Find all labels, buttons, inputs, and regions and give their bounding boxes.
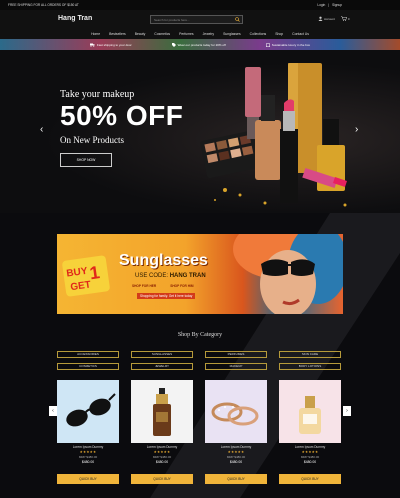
quick-buy-button[interactable]: QUICK BUY	[57, 474, 119, 484]
product-name: Lorem Ipsum Dummy	[294, 445, 326, 449]
code-prefix: USE CODE:	[135, 273, 169, 279]
product-name: Lorem Ipsum Dummy	[146, 445, 178, 449]
product-image-sunglasses	[57, 380, 119, 443]
nav-item-perfumes[interactable]: Perfumes	[179, 32, 194, 36]
nav-item-bestsellers[interactable]: Bestsellers	[109, 32, 126, 36]
site-header: Hang Tran Search for products here... Ac…	[0, 10, 400, 29]
promo-item: Wear our products today for 20% off	[171, 42, 226, 47]
chevron-left-icon[interactable]: ‹	[40, 124, 43, 135]
nav-item-jewelry[interactable]: Jewelry	[203, 32, 215, 36]
product-image-perfume	[279, 380, 341, 443]
auth-separator: |	[328, 3, 330, 7]
chevron-left-icon[interactable]: ‹	[49, 406, 57, 416]
banner-links: SHOP FOR HER SHOP FOR HIM	[132, 284, 194, 288]
auth-links: Login | Signup	[317, 3, 342, 7]
quick-buy-button[interactable]: QUICK BUY	[279, 474, 341, 484]
product-mrp: MRP $480.00	[78, 455, 98, 459]
search-input[interactable]: Search for products here...	[150, 15, 243, 24]
hero-headline: 50% OFF	[60, 100, 184, 131]
product-rating: ★★★★★	[79, 450, 97, 454]
product-rating: ★★★★★	[227, 450, 245, 454]
nav-item-sunglasses[interactable]: Sunglasses	[223, 32, 241, 36]
account-button[interactable]: Account	[318, 16, 335, 21]
product-price: $480.00	[81, 460, 95, 464]
product-name: Lorem Ipsum Dummy	[72, 445, 104, 449]
cart-button[interactable]: 0	[340, 16, 350, 21]
product-rating: ★★★★★	[153, 450, 171, 454]
product-rating: ★★★★★	[301, 450, 319, 454]
search-placeholder: Search for products here...	[154, 18, 190, 22]
product-image-bracelets	[205, 380, 267, 443]
site-logo[interactable]: Hang Tran	[58, 15, 92, 22]
tag-icon	[171, 42, 176, 47]
category-chip[interactable]: SKIN CARE	[279, 351, 341, 358]
promo-item: Sustainable luxury in the box	[265, 42, 311, 47]
quick-buy-button[interactable]: QUICK BUY	[205, 474, 267, 484]
login-link[interactable]: Login	[317, 3, 325, 7]
buy1-get1-badge: BUY 1 GET	[62, 255, 110, 297]
truck-icon	[89, 43, 95, 47]
product-mrp: MRP $480.00	[226, 455, 246, 459]
nav-item-beauty[interactable]: Beauty	[135, 32, 146, 36]
banner-note: Shopping for family. Get it here today	[137, 293, 196, 299]
shop-for-him-link[interactable]: SHOP FOR HIM	[170, 284, 193, 288]
hero-line3: On New Products	[60, 135, 124, 145]
main-nav: Home Bestsellers Beauty Cosmetics Perfum…	[0, 29, 400, 39]
search-icon[interactable]	[235, 17, 240, 22]
category-chip[interactable]: MAKEUP	[205, 363, 267, 370]
hero-subtitle: Take your makeup	[60, 89, 135, 100]
promo-code: USE CODE: HANG TRAN	[135, 273, 206, 279]
code-value: HANG TRAN	[169, 273, 206, 279]
nav-item-collections[interactable]: Collections	[250, 32, 267, 36]
product-card[interactable]: Lorem Ipsum Dummy ★★★★★ MRP $480.00 $480…	[205, 380, 267, 484]
signup-link[interactable]: Signup	[332, 3, 342, 7]
promo-text: Wear our products today for 20% off	[177, 42, 226, 47]
category-chip[interactable]: BODY LOTIONS	[279, 363, 341, 370]
sunglasses-banner[interactable]: BUY 1 GET Sunglasses USE CODE: HANG TRAN…	[57, 234, 343, 314]
category-title: Shop By Category	[177, 332, 223, 338]
product-price: $480.00	[155, 460, 169, 464]
category-chip[interactable]: ACCESSORIES	[57, 351, 119, 358]
product-mrp: MRP $480.00	[300, 455, 320, 459]
chevron-right-icon[interactable]: ›	[355, 124, 358, 135]
top-bar: FREE SHIPPING FOR ALL ORDERS OF $150 AT …	[0, 0, 400, 10]
product-mrp: MRP $480.00	[152, 455, 172, 459]
banner-title: Sunglasses	[119, 252, 208, 269]
product-price: $480.00	[229, 460, 243, 464]
promo-strip: Fast shipping to your door Wear our prod…	[0, 39, 400, 50]
category-chip[interactable]: JEWELRY	[131, 363, 193, 370]
product-image-serum	[131, 380, 193, 443]
product-card[interactable]: Lorem Ipsum Dummy ★★★★★ MRP $480.00 $480…	[279, 380, 341, 484]
model-image	[233, 234, 343, 314]
account-label: Account	[324, 16, 335, 21]
shop-for-her-link[interactable]: SHOP FOR HER	[132, 284, 156, 288]
product-card[interactable]: Lorem Ipsum Dummy ★★★★★ MRP $480.00 $480…	[131, 380, 193, 484]
product-name: Lorem Ipsum Dummy	[220, 445, 252, 449]
cart-icon	[340, 16, 347, 21]
header-icons: Account 0	[318, 16, 350, 21]
nav-item-shop[interactable]: Shop	[275, 32, 283, 36]
product-price: $480.00	[303, 460, 317, 464]
quick-buy-button[interactable]: QUICK BUY	[131, 474, 193, 484]
nav-item-home[interactable]: Home	[91, 32, 100, 36]
user-icon	[318, 16, 323, 21]
hero-product-image	[200, 63, 347, 207]
promo-text: Fast shipping to your door	[96, 42, 132, 47]
category-chip[interactable]: PERFUMES	[205, 351, 267, 358]
promo-text: Sustainable luxury in the box	[271, 42, 311, 47]
chevron-right-icon[interactable]: ›	[343, 406, 351, 416]
nav-item-cosmetics[interactable]: Cosmetics	[154, 32, 170, 36]
nav-item-contact[interactable]: Contact Us	[292, 32, 309, 36]
category-chip[interactable]: SUNGLASSES	[131, 351, 193, 358]
box-icon	[265, 43, 270, 47]
product-card[interactable]: Lorem Ipsum Dummy ★★★★★ MRP $480.00 $480…	[57, 380, 119, 484]
category-chip[interactable]: COSMETICS	[57, 363, 119, 370]
hero-slider: Take your makeup 50% OFF On New Products…	[0, 50, 400, 213]
promo-item: Fast shipping to your door	[89, 42, 132, 47]
shop-now-button[interactable]: SHOP NOW	[60, 153, 112, 167]
cart-count: 0	[347, 16, 350, 21]
shipping-notice: FREE SHIPPING FOR ALL ORDERS OF $150 AT	[8, 3, 79, 7]
